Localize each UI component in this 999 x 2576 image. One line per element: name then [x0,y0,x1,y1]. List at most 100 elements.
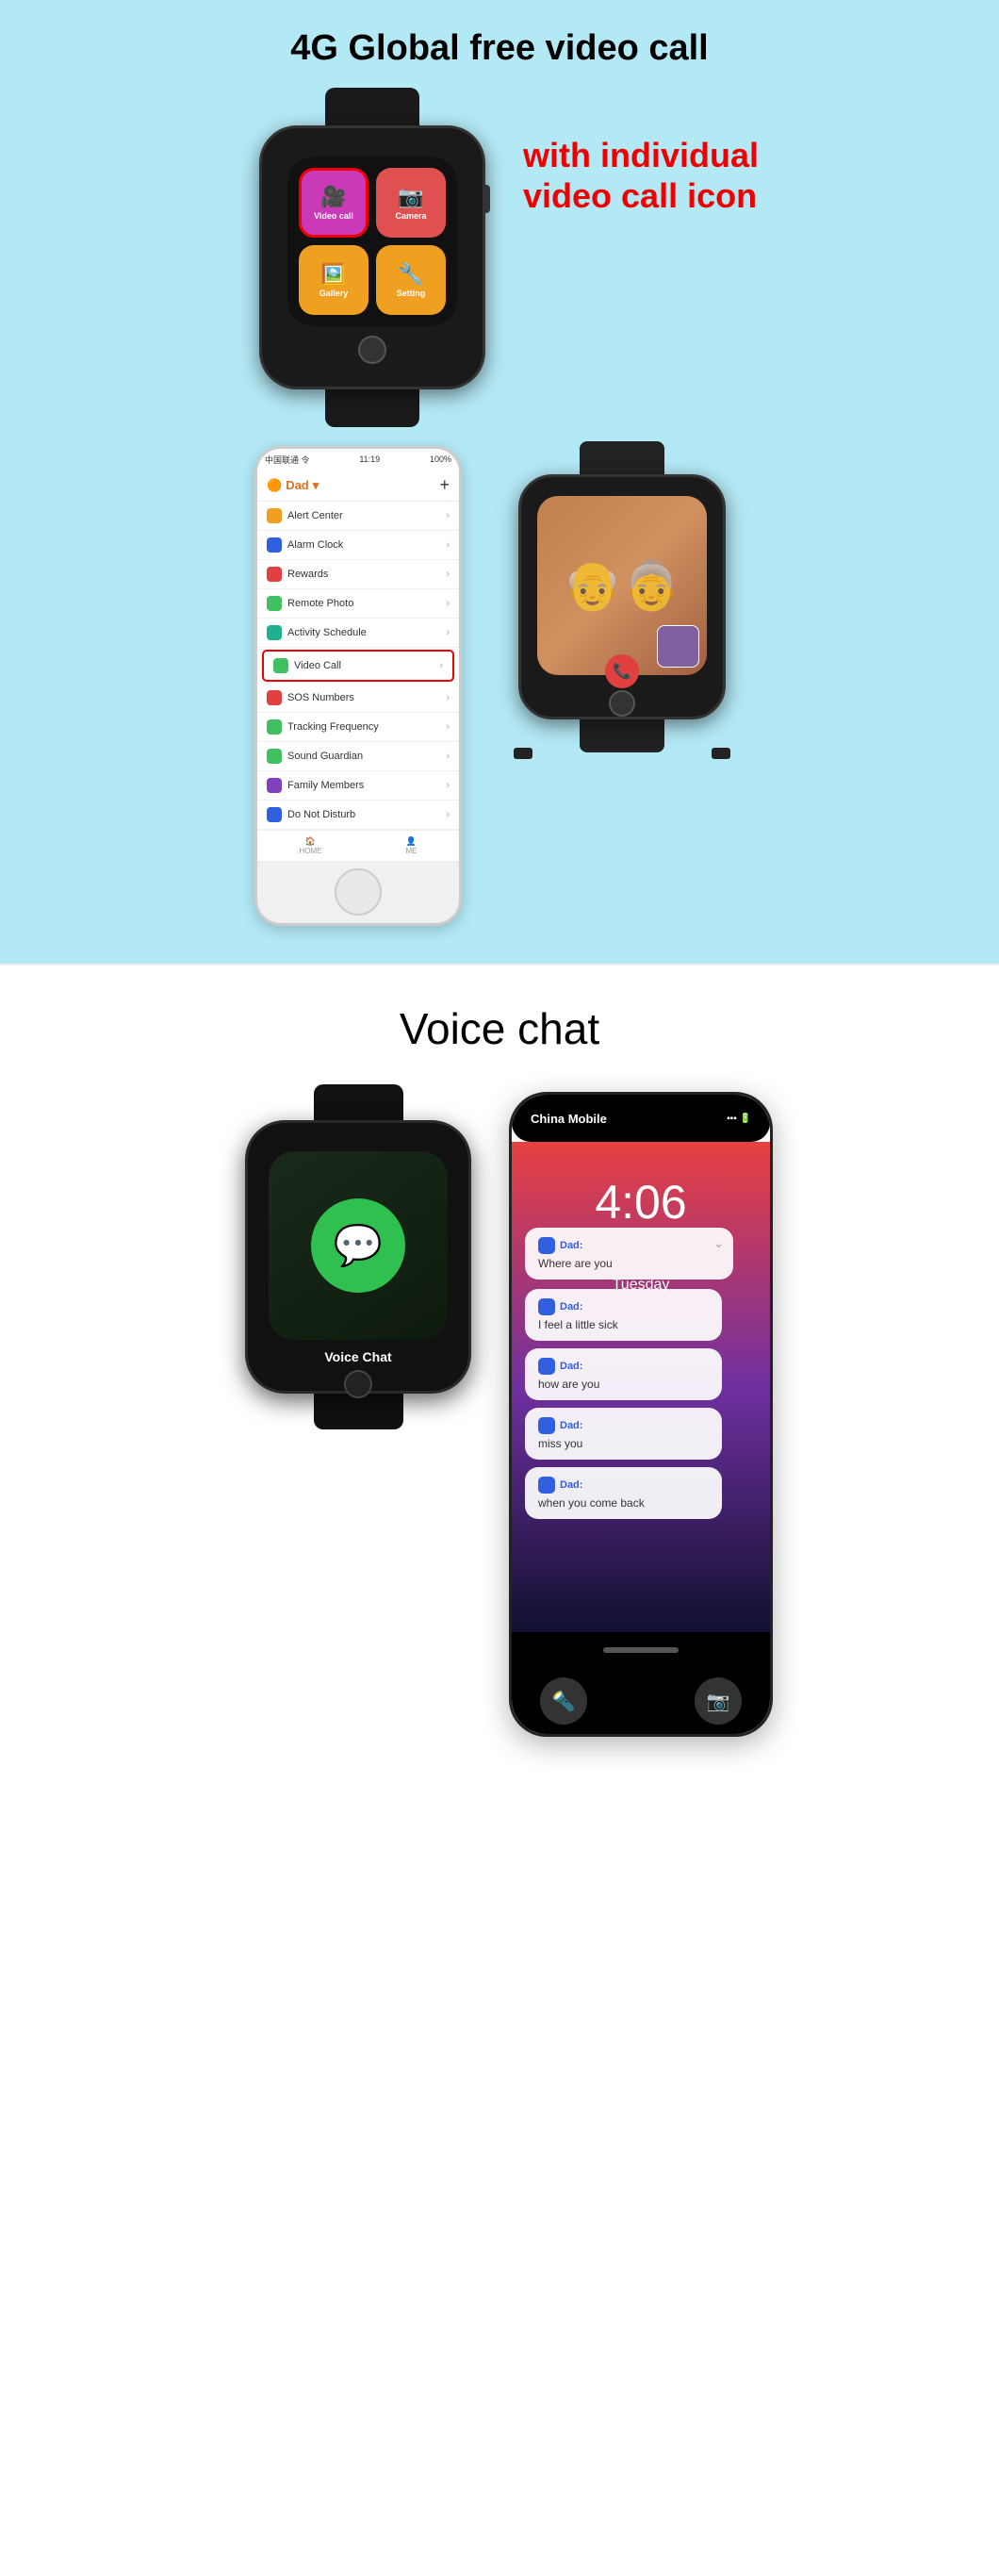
menu-item-video-call[interactable]: Video Call › [262,650,454,682]
watch1-screen: 🎥 Video call 📷 Camera 🖼️ Gallery 🔧 Setti… [287,157,457,326]
menu-item-rewards[interactable]: Rewards › [257,560,459,589]
camera-btn[interactable]: 📷 [695,1677,742,1725]
menu-item-sos[interactable]: SOS Numbers › [257,684,459,713]
watch2-lugs [500,748,745,759]
video-icon: 🎥 [320,185,346,209]
menu-item-family[interactable]: Family Members › [257,771,459,801]
menu-item-alarm-clock[interactable]: Alarm Clock › [257,531,459,560]
iphone-mockup: China Mobile ▪▪▪ 🔋 4:06 Tuesday Dad: [509,1092,773,1737]
iphone-notch: China Mobile ▪▪▪ 🔋 [512,1095,770,1142]
expand-icon-0[interactable]: ⌄ [713,1235,725,1251]
setting-icon: 🔧 [398,262,423,287]
bubble-msg-4: when you come back [538,1496,709,1510]
phone-network: 中国联通 令 [265,454,310,466]
menu-label-activity: Activity Schedule [287,627,367,638]
watch2-home-btn[interactable] [609,690,635,717]
bubble-app-icon-0 [538,1237,555,1254]
bubble-msg-0: Where are you [538,1257,720,1270]
menu-label-alarm: Alarm Clock [287,539,343,551]
menu-label-dnd: Do Not Disturb [287,809,355,820]
bubble-msg-3: miss you [538,1437,709,1450]
menu-icon-alert [267,508,282,523]
phone-add-icon[interactable]: + [439,475,450,495]
watch1-setting-btn[interactable]: 🔧 Setting [376,245,446,315]
nav-me[interactable]: 👤 ME [406,836,418,855]
voice-chat-content: 💬 Voice Chat China Mobile ▪▪▪ 🔋 4:06 Tue… [19,1092,980,1737]
bottom-section: Voice chat 💬 Voice Chat China Mobile ▪▪▪… [0,966,999,1793]
menu-icon-rewards [267,567,282,582]
chat-bubble-4[interactable]: Dad: when you come back [525,1467,722,1519]
flashlight-btn[interactable]: 🔦 [540,1677,587,1725]
phone-header-icon: 🟠 [267,478,282,493]
bubble-sender-1: Dad: [538,1298,709,1315]
bubble-app-icon-2 [538,1358,555,1375]
menu-icon-alarm [267,537,282,553]
watch2-band-top [580,441,664,474]
menu-icon-video [273,658,288,673]
tagline-line1: with individual [523,135,759,175]
phone-status-bar: 中国联通 令 11:19 100% [257,449,459,470]
voice-band-bottom [314,1394,403,1429]
phone-home-btn[interactable] [335,868,382,916]
setting-btn-label: Setting [397,289,426,298]
watch1-camera-btn[interactable]: 📷 Camera [376,168,446,238]
lug-left [514,748,532,759]
menu-item-remote-photo[interactable]: Remote Photo › [257,589,459,619]
bubble-name-3: Dad: [560,1420,582,1431]
menu-item-sound[interactable]: Sound Guardian › [257,742,459,771]
bubble-sender-2: Dad: [538,1358,709,1375]
menu-label-rewards: Rewards [287,569,328,580]
bubble-msg-1: I feel a little sick [538,1318,709,1331]
menu-icon-family [267,778,282,793]
chat-bubble-1[interactable]: Dad: I feel a little sick [525,1289,722,1341]
watch1-home-btn[interactable] [358,336,386,364]
watch2-body: 👴👵 📞 [518,474,726,719]
menu-label-remote: Remote Photo [287,598,353,609]
menu-icon-activity [267,625,282,640]
bubble-sender-0: Dad: [538,1237,720,1254]
nav-home[interactable]: 🏠 HOME [300,836,322,855]
video-btn-label: Video call [314,211,353,221]
bubble-app-icon-4 [538,1477,555,1494]
voice-chat-icon: 💬 [311,1198,405,1293]
bubble-name-1: Dad: [560,1301,582,1313]
chevron-icon-rewards: › [446,569,450,580]
home-icon: 🏠 [305,836,316,847]
chat-bubble-0[interactable]: Dad: Where are you ⌄ [525,1228,733,1280]
chat-bubble-2[interactable]: Dad: how are you [525,1348,722,1400]
main-title: 4G Global free video call [19,28,980,69]
voice-chat-icon-emoji: 💬 [334,1223,383,1269]
menu-label-alert: Alert Center [287,510,343,521]
phone-dropdown-icon[interactable]: ▾ [313,478,319,493]
phone-bottom-nav: 🏠 HOME 👤 ME [257,830,459,861]
watch1-band-top [325,88,419,125]
iphone-home-indicator [512,1632,770,1668]
menu-label-tracking: Tracking Frequency [287,721,379,733]
phone-header-title: 🟠 Dad ▾ [267,478,319,493]
menu-icon-tracking [267,719,282,735]
menu-item-dnd[interactable]: Do Not Disturb › [257,801,459,830]
watch1-video-btn[interactable]: 🎥 Video call [299,168,368,238]
top-section: 4G Global free video call 🎥 Video call 📷… [0,0,999,964]
menu-label-family: Family Members [287,780,364,791]
menu-label-sound: Sound Guardian [287,751,363,762]
menu-item-activity[interactable]: Activity Schedule › [257,619,459,648]
bubble-name-2: Dad: [560,1361,582,1372]
chat-bubble-3[interactable]: Dad: miss you [525,1408,722,1460]
menu-item-tracking[interactable]: Tracking Frequency › [257,713,459,742]
menu-icon-dnd [267,807,282,822]
voice-watch-home-btn[interactable] [344,1370,372,1398]
watch1-body: 🎥 Video call 📷 Camera 🖼️ Gallery 🔧 Setti… [259,125,485,389]
menu-item-alert-center[interactable]: Alert Center › [257,502,459,531]
menu-icon-remote [267,596,282,611]
watch1-gallery-btn[interactable]: 🖼️ Gallery [299,245,368,315]
phone-header-name: Dad [286,478,309,492]
video-end-call-btn[interactable]: 📞 [605,654,639,688]
gallery-btn-label: Gallery [319,289,349,298]
chevron-icon-sound: › [446,751,450,762]
chevron-icon-tracking: › [446,721,450,733]
watch2-container: 👴👵 📞 [500,446,745,759]
bubble-sender-4: Dad: [538,1477,709,1494]
bubble-name-4: Dad: [560,1479,582,1491]
camera-icon: 📷 [398,185,423,209]
